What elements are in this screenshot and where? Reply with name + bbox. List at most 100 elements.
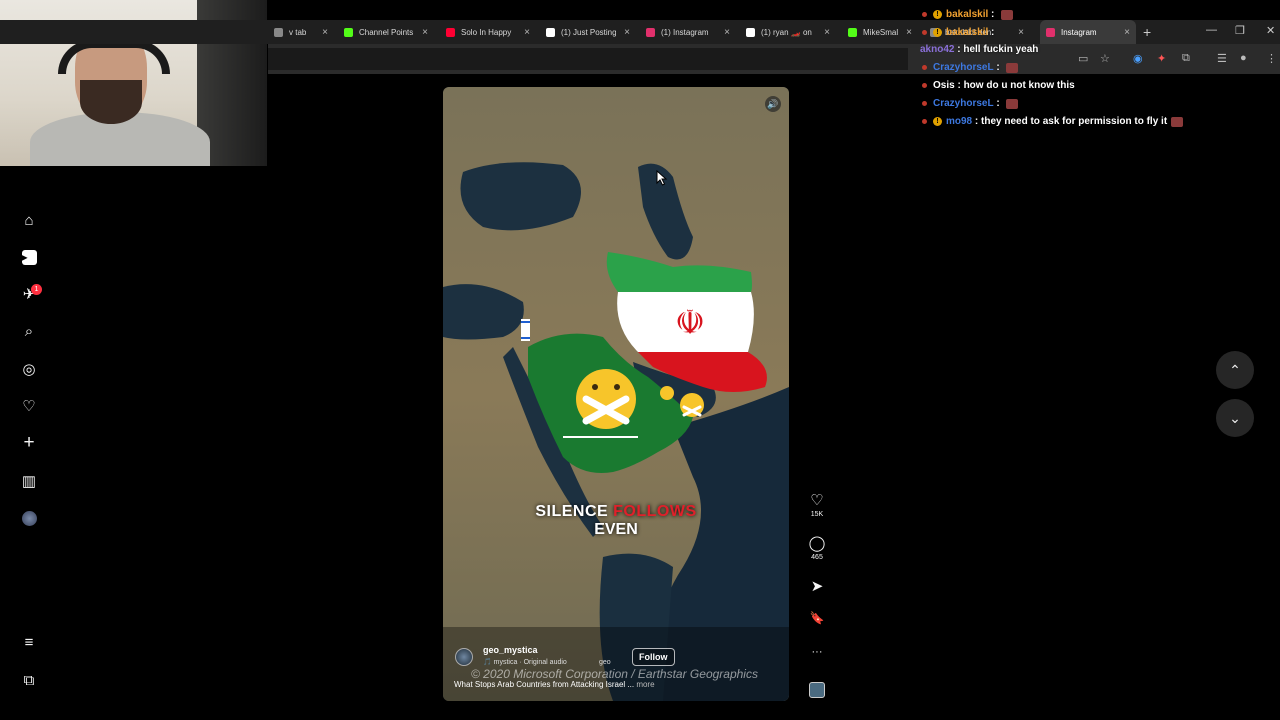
bookmark-icon[interactable]: 🔖	[808, 611, 826, 625]
install-app-icon[interactable]: ▭	[1078, 52, 1088, 65]
chat-message: ! mo98 : they need to ask for permission …	[922, 116, 1184, 127]
restore-button[interactable]: ❐	[1235, 24, 1245, 37]
save-action[interactable]: 🔖	[808, 611, 826, 625]
browser-toolbar	[268, 44, 1280, 74]
tab-label: (1) Just Posting	[561, 27, 617, 37]
tab-label: Instagram	[1061, 27, 1097, 37]
create-plus-icon[interactable]: +	[20, 432, 38, 453]
browser-tab[interactable]: Solo In Happy ×	[440, 20, 536, 44]
tab-favicon-icon	[274, 27, 283, 37]
description-text: What Stops Arab Countries from Attacking…	[454, 680, 635, 689]
tab-label: (1) ryan 🏎️ on	[761, 27, 812, 37]
account-name[interactable]: geo_mystica	[483, 645, 538, 655]
video-caption-line2: EVEN	[594, 521, 638, 538]
chat-text: how do u not know this	[963, 80, 1075, 91]
israel-flag-stripe	[521, 321, 530, 323]
browser-tab[interactable]: v tab ×	[268, 20, 334, 44]
heart-icon[interactable]: ♡	[808, 491, 826, 509]
tab-favicon-icon	[344, 27, 353, 37]
chat-username[interactable]: mo98	[946, 116, 972, 127]
chat-username[interactable]: CrazyhorseL	[933, 62, 994, 73]
iran-emblem: ☫	[675, 303, 705, 343]
chat-dot-icon	[922, 101, 927, 106]
extension-icon[interactable]: ◉	[1133, 52, 1143, 65]
chat-username[interactable]: bakalskil	[946, 9, 988, 20]
chat-separator: :	[988, 27, 998, 38]
audio-thumbnail[interactable]	[809, 682, 825, 698]
browser-tab[interactable]: Channel Points ×	[338, 20, 434, 44]
tab-close-icon[interactable]: ×	[824, 27, 830, 38]
share-icon[interactable]: ➤	[808, 577, 826, 595]
notifications-heart-icon[interactable]: ♡	[20, 397, 38, 415]
browser-tab[interactable]: (1) ryan 🏎️ on ×	[740, 20, 836, 44]
video-caption: SILENCE FOLLOWS	[443, 503, 789, 521]
tab-favicon-icon	[546, 27, 555, 37]
comment-action[interactable]: ◯ 465	[808, 534, 826, 561]
extensions-puzzle-icon[interactable]: ⧉	[1182, 52, 1190, 65]
extension-icon[interactable]: ✦	[1157, 52, 1166, 65]
address-bar[interactable]	[268, 48, 908, 70]
audio-label[interactable]: 🎵 mystica · Original audio	[483, 658, 567, 666]
chevron-down-icon: ⌄	[1229, 409, 1241, 426]
chat-badge-icon: !	[933, 117, 942, 126]
like-action[interactable]: ♡ 15K	[808, 491, 826, 518]
share-action[interactable]: ➤	[808, 577, 826, 595]
reading-list-icon[interactable]: ☰	[1217, 52, 1227, 65]
reels-icon[interactable]: ▶	[20, 248, 38, 266]
close-window-button[interactable]: ✕	[1266, 24, 1275, 37]
chat-message: CrazyhorseL :	[922, 98, 1019, 109]
account-avatar[interactable]	[455, 648, 473, 666]
browser-tab[interactable]: MikeSmallsJr ×	[842, 20, 918, 44]
chat-username[interactable]: bakalskil	[946, 27, 988, 38]
browser-tab[interactable]: (1) Instagram ×	[640, 20, 736, 44]
emoji-eye-left	[592, 384, 598, 390]
tab-close-icon[interactable]: ×	[422, 27, 428, 38]
tab-favicon-icon	[746, 27, 755, 37]
tab-close-icon[interactable]: ×	[1124, 27, 1130, 38]
chat-username[interactable]: CrazyhorseL	[933, 98, 994, 109]
menu-icon[interactable]: ≡	[20, 633, 38, 651]
comment-icon[interactable]: ◯	[808, 534, 826, 552]
browser-tab[interactable]: Instagram ×	[1040, 20, 1136, 44]
tab-close-icon[interactable]: ×	[524, 27, 530, 38]
follow-button[interactable]: Follow	[632, 648, 675, 666]
bookmark-star-icon[interactable]: ☆	[1100, 52, 1110, 65]
tab-favicon-icon	[848, 27, 857, 37]
tab-close-icon[interactable]: ×	[624, 27, 630, 38]
mute-toggle-icon[interactable]: 🔊	[765, 96, 781, 112]
new-tab-button[interactable]: +	[1143, 24, 1151, 40]
search-icon[interactable]: ⌕	[20, 322, 38, 340]
dashboard-icon[interactable]: ▥	[20, 472, 38, 490]
chat-dot-icon	[922, 119, 927, 124]
chat-dot-icon	[922, 30, 927, 35]
more-options-action[interactable]: ···	[808, 646, 826, 658]
chat-message: ! bakalskil :	[922, 27, 997, 38]
more-link[interactable]: more	[636, 680, 654, 689]
tab-close-icon[interactable]: ×	[724, 27, 730, 38]
chat-separator: :	[988, 9, 998, 20]
browser-tab-strip: v tab × Channel Points × Solo In Happy × (1) J…	[0, 20, 1280, 44]
tab-label: MikeSmallsJr	[863, 27, 899, 37]
comment-count: 465	[811, 554, 823, 561]
home-icon[interactable]: ⌂	[20, 211, 38, 229]
minimize-button[interactable]: —	[1206, 24, 1217, 36]
explore-icon[interactable]: ◎	[20, 360, 38, 378]
browser-tab[interactable]: (1) Just Posting ×	[540, 20, 636, 44]
previous-reel-button[interactable]: ⌃	[1216, 351, 1254, 389]
also-from-meta-icon[interactable]: ⧉	[20, 671, 38, 689]
next-reel-button[interactable]: ⌄	[1216, 399, 1254, 437]
chat-username[interactable]: akno42	[920, 44, 954, 55]
profile-avatar[interactable]	[22, 511, 37, 526]
browser-menu-icon[interactable]: ⋮	[1266, 52, 1277, 65]
chat-username[interactable]: Osis	[933, 80, 955, 91]
chat-separator: :	[993, 62, 1003, 73]
more-dots-icon[interactable]: ···	[808, 646, 826, 658]
chat-emote-icon	[1001, 9, 1014, 20]
tab-close-icon[interactable]: ×	[322, 27, 328, 38]
tab-close-icon[interactable]: ×	[1018, 27, 1024, 38]
chat-dot-icon	[922, 65, 927, 70]
chat-emote-icon	[1006, 98, 1019, 109]
profile-icon[interactable]: ●	[1240, 52, 1247, 64]
reel-video[interactable]: ☫ 🔊 SILENCE FOLLOWS EVEN © 2020 Microsof…	[443, 87, 789, 701]
tab-close-icon[interactable]: ×	[906, 27, 912, 38]
